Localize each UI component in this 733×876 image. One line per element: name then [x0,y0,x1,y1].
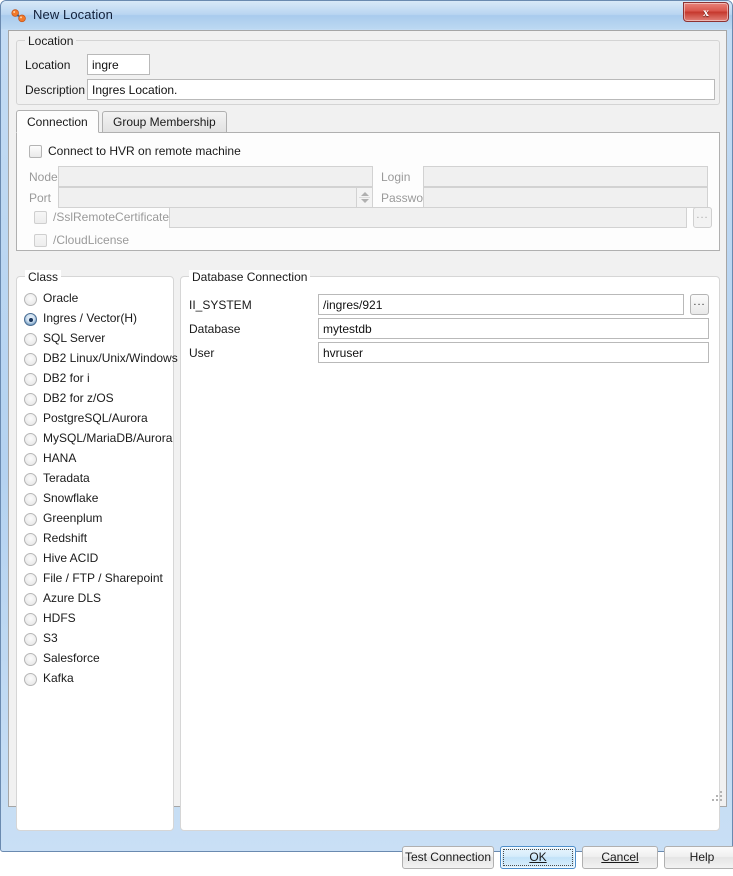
close-button[interactable]: x [683,2,729,22]
node-label: Node [29,170,58,184]
class-radio-label: SQL Server [43,331,106,345]
ii-system-label: II_SYSTEM [189,298,252,312]
description-input[interactable] [87,79,715,100]
radio-selected-icon[interactable] [24,313,37,326]
class-radio-label: File / FTP / Sharepoint [43,571,163,585]
radio-unselected-icon[interactable] [24,673,37,686]
radio-unselected-icon[interactable] [24,373,37,386]
radio-unselected-icon[interactable] [24,473,37,486]
class-groupbox-legend: Class [25,270,62,284]
database-label: Database [189,322,241,336]
dialog-client-area: Location Location Description Connection… [8,30,733,869]
resize-grip[interactable] [711,791,723,803]
radio-unselected-icon[interactable] [24,333,37,346]
ssl-remote-certificate-input[interactable] [169,207,687,228]
location-field-label: Location [25,58,71,72]
spinner-divider [359,197,370,198]
ok-button[interactable]: OK [500,846,576,869]
hvr-location-icon [11,9,26,23]
port-label: Port [29,191,52,205]
ssl-remote-certificate-checkbox[interactable] [34,211,47,224]
class-groupbox: Class Oracle Ingres / Vector(H) SQL Server… [16,270,178,831]
connect-remote-label: Connect to HVR on remote machine [48,144,241,158]
radio-unselected-icon[interactable] [24,413,37,426]
radio-unselected-icon[interactable] [24,433,37,446]
class-radio-label: S3 [43,631,58,645]
port-spinner[interactable] [357,187,373,208]
class-radio-label: HDFS [43,611,76,625]
connection-tab-pane: Connect to HVR on remote machine Node Lo… [16,132,720,251]
spinner-down-icon[interactable] [361,199,369,203]
class-radio-label: MySQL/MariaDB/Aurora [43,431,173,445]
port-input[interactable] [58,187,357,208]
dialog-footer: Test Connection OK Cancel Help [16,838,733,876]
location-groupbox-legend: Location [25,34,77,48]
class-radio-label: Ingres / Vector(H) [43,311,138,325]
connect-remote-checkbox[interactable] [29,145,42,158]
database-input[interactable] [318,318,709,339]
radio-unselected-icon[interactable] [24,293,37,306]
class-radio-label: DB2 for z/OS [43,391,114,405]
title-bar[interactable]: New Location x [1,1,732,29]
database-connection-groupbox: Database Connection II_SYSTEM ... Databa… [180,270,720,831]
class-radio-label: PostgreSQL/Aurora [43,411,148,425]
ok-button-label: OK [529,850,547,864]
class-radio-label: HANA [43,451,77,465]
radio-unselected-icon[interactable] [24,653,37,666]
cancel-button[interactable]: Cancel [582,846,658,869]
help-button[interactable]: Help [664,846,733,869]
cancel-button-label: Cancel [601,850,639,864]
radio-unselected-icon[interactable] [24,633,37,646]
login-label: Login [381,170,411,184]
spinner-up-icon[interactable] [361,192,369,196]
class-radio-label: Salesforce [43,651,100,665]
ssl-remote-certificate-label: /SslRemoteCertificate [53,210,170,224]
new-location-dialog: New Location x Location Location Descrip… [0,0,733,869]
class-radio-label: DB2 for i [43,371,90,385]
class-radio-label: Snowflake [43,491,99,505]
user-label: User [189,346,215,360]
cloud-license-checkbox[interactable] [34,234,47,247]
location-groupbox: Location Location Description [16,34,720,105]
radio-unselected-icon[interactable] [24,353,37,366]
user-input[interactable] [318,342,709,363]
class-radio-label: Oracle [43,291,79,305]
description-field-label: Description [25,83,86,97]
ssl-certificate-browse-button[interactable]: ... [693,207,712,228]
ii-system-browse-button[interactable]: ... [690,294,709,315]
database-connection-legend: Database Connection [189,270,311,284]
radio-unselected-icon[interactable] [24,513,37,526]
node-input[interactable] [58,166,373,187]
password-input[interactable] [423,187,708,208]
class-radio-label: DB2 Linux/Unix/Windows [43,351,178,365]
radio-unselected-icon[interactable] [24,613,37,626]
radio-unselected-icon[interactable] [24,553,37,566]
window-title: New Location [33,7,113,22]
class-radio-label: Greenplum [43,511,103,525]
radio-unselected-icon[interactable] [24,453,37,466]
cloud-license-label: /CloudLicense [53,233,130,247]
login-input[interactable] [423,166,708,187]
radio-unselected-icon[interactable] [24,593,37,606]
radio-unselected-icon[interactable] [24,393,37,406]
test-connection-button[interactable]: Test Connection [402,846,494,869]
class-radio-label: Kafka [43,671,74,685]
tab-connection[interactable]: Connection [16,110,99,133]
class-radio-label: Teradata [43,471,90,485]
radio-unselected-icon[interactable] [24,573,37,586]
ii-system-input[interactable] [318,294,684,315]
close-icon: x [703,5,709,19]
radio-unselected-icon[interactable] [24,533,37,546]
class-radio-label: Azure DLS [43,591,102,605]
tab-group-membership[interactable]: Group Membership [102,111,227,133]
tab-strip: Connection Group Membership [16,110,720,133]
radio-unselected-icon[interactable] [24,493,37,506]
location-input[interactable] [87,54,150,75]
class-radio-label: Redshift [43,531,88,545]
class-radio-label: Hive ACID [43,551,99,565]
